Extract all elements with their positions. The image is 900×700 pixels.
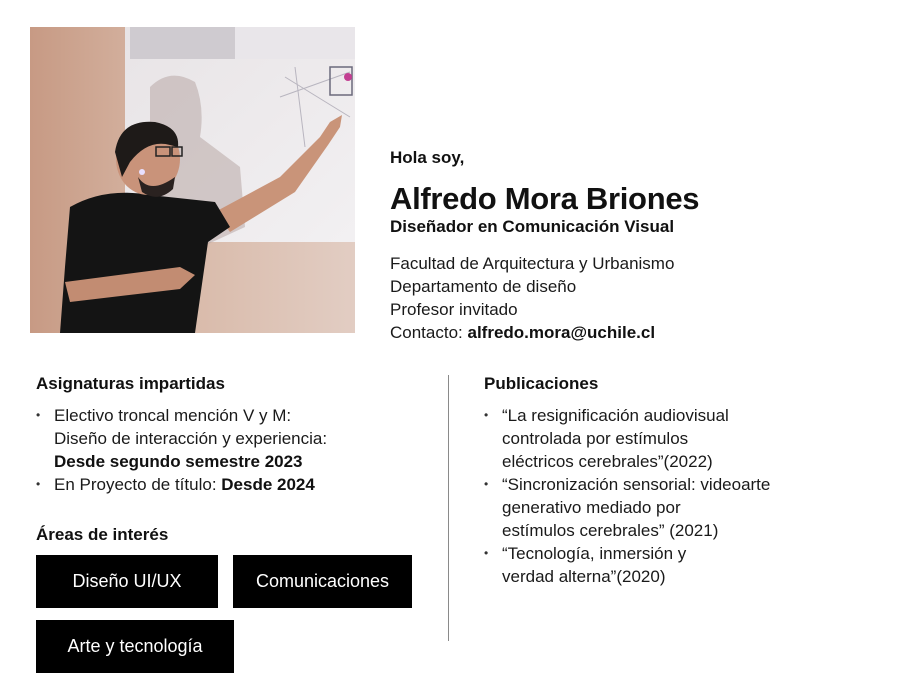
course-line: Electivo troncal mención V y M:	[54, 406, 292, 425]
profile-photo	[30, 27, 355, 333]
faculty: Facultad de Arquitectura y Urbanismo	[390, 254, 675, 273]
courses-section: Asignaturas impartidas Electivo troncal …	[36, 372, 431, 496]
profile-role: Diseñador en Comunicación Visual	[390, 217, 675, 236]
publication-line: verdad alterna”(2020)	[502, 567, 666, 586]
interest-tag: Diseño UI/UX	[36, 555, 218, 608]
publication-line: “Tecnología, inmersión y	[502, 544, 687, 563]
courses-title: Asignaturas impartidas	[36, 374, 225, 393]
profile-name: Alfredo Mora Briones	[390, 181, 700, 216]
publication-line: controlada por estímulos	[502, 429, 689, 448]
publication-line: estímulos cerebrales” (2021)	[502, 521, 719, 540]
publication-line: “Sincronización sensorial: videoarte	[502, 475, 771, 494]
publications-section: Publicaciones “La resignificación audiov…	[484, 372, 884, 588]
interest-tag: Comunicaciones	[233, 555, 412, 608]
course-line: Diseño de interacción y experiencia:	[54, 429, 328, 448]
courses-list: Electivo troncal mención V y M: Diseño d…	[36, 404, 431, 496]
contact: Contacto: alfredo.mora@uchile.cl	[390, 321, 870, 344]
list-item: “Tecnología, inmersión y verdad alterna”…	[484, 542, 884, 588]
list-item: En Proyecto de título: Desde 2024	[36, 473, 431, 496]
list-item: “La resignificación audiovisual controla…	[484, 404, 884, 473]
column-divider	[448, 375, 449, 641]
publication-line: eléctricos cerebrales”(2022)	[502, 452, 713, 471]
profile-info: Facultad de Arquitectura y Urbanismo Dep…	[390, 252, 870, 344]
publication-line: “La resignificación audiovisual	[502, 406, 729, 425]
interests-title: Áreas de interés	[36, 525, 169, 544]
greeting: Hola soy,	[390, 148, 465, 167]
profile-intro: Hola soy, Alfredo Mora Briones Diseñador…	[390, 148, 870, 344]
publications-list: “La resignificación audiovisual controla…	[484, 404, 884, 588]
position: Profesor invitado	[390, 300, 518, 319]
interest-tag: Arte y tecnología	[36, 620, 234, 673]
contact-label: Contacto:	[390, 323, 468, 342]
course-line-bold: Desde segundo semestre 2023	[54, 452, 303, 471]
course-line-bold: Desde 2024	[221, 475, 315, 494]
list-item: Electivo troncal mención V y M: Diseño d…	[36, 404, 431, 473]
contact-email-link[interactable]: alfredo.mora@uchile.cl	[468, 323, 656, 342]
list-item: “Sincronización sensorial: videoarte gen…	[484, 473, 884, 542]
department: Departamento de diseño	[390, 277, 577, 296]
course-line: En Proyecto de título:	[54, 475, 222, 494]
publication-line: generativo mediado por	[502, 498, 681, 517]
publications-title: Publicaciones	[484, 374, 599, 393]
